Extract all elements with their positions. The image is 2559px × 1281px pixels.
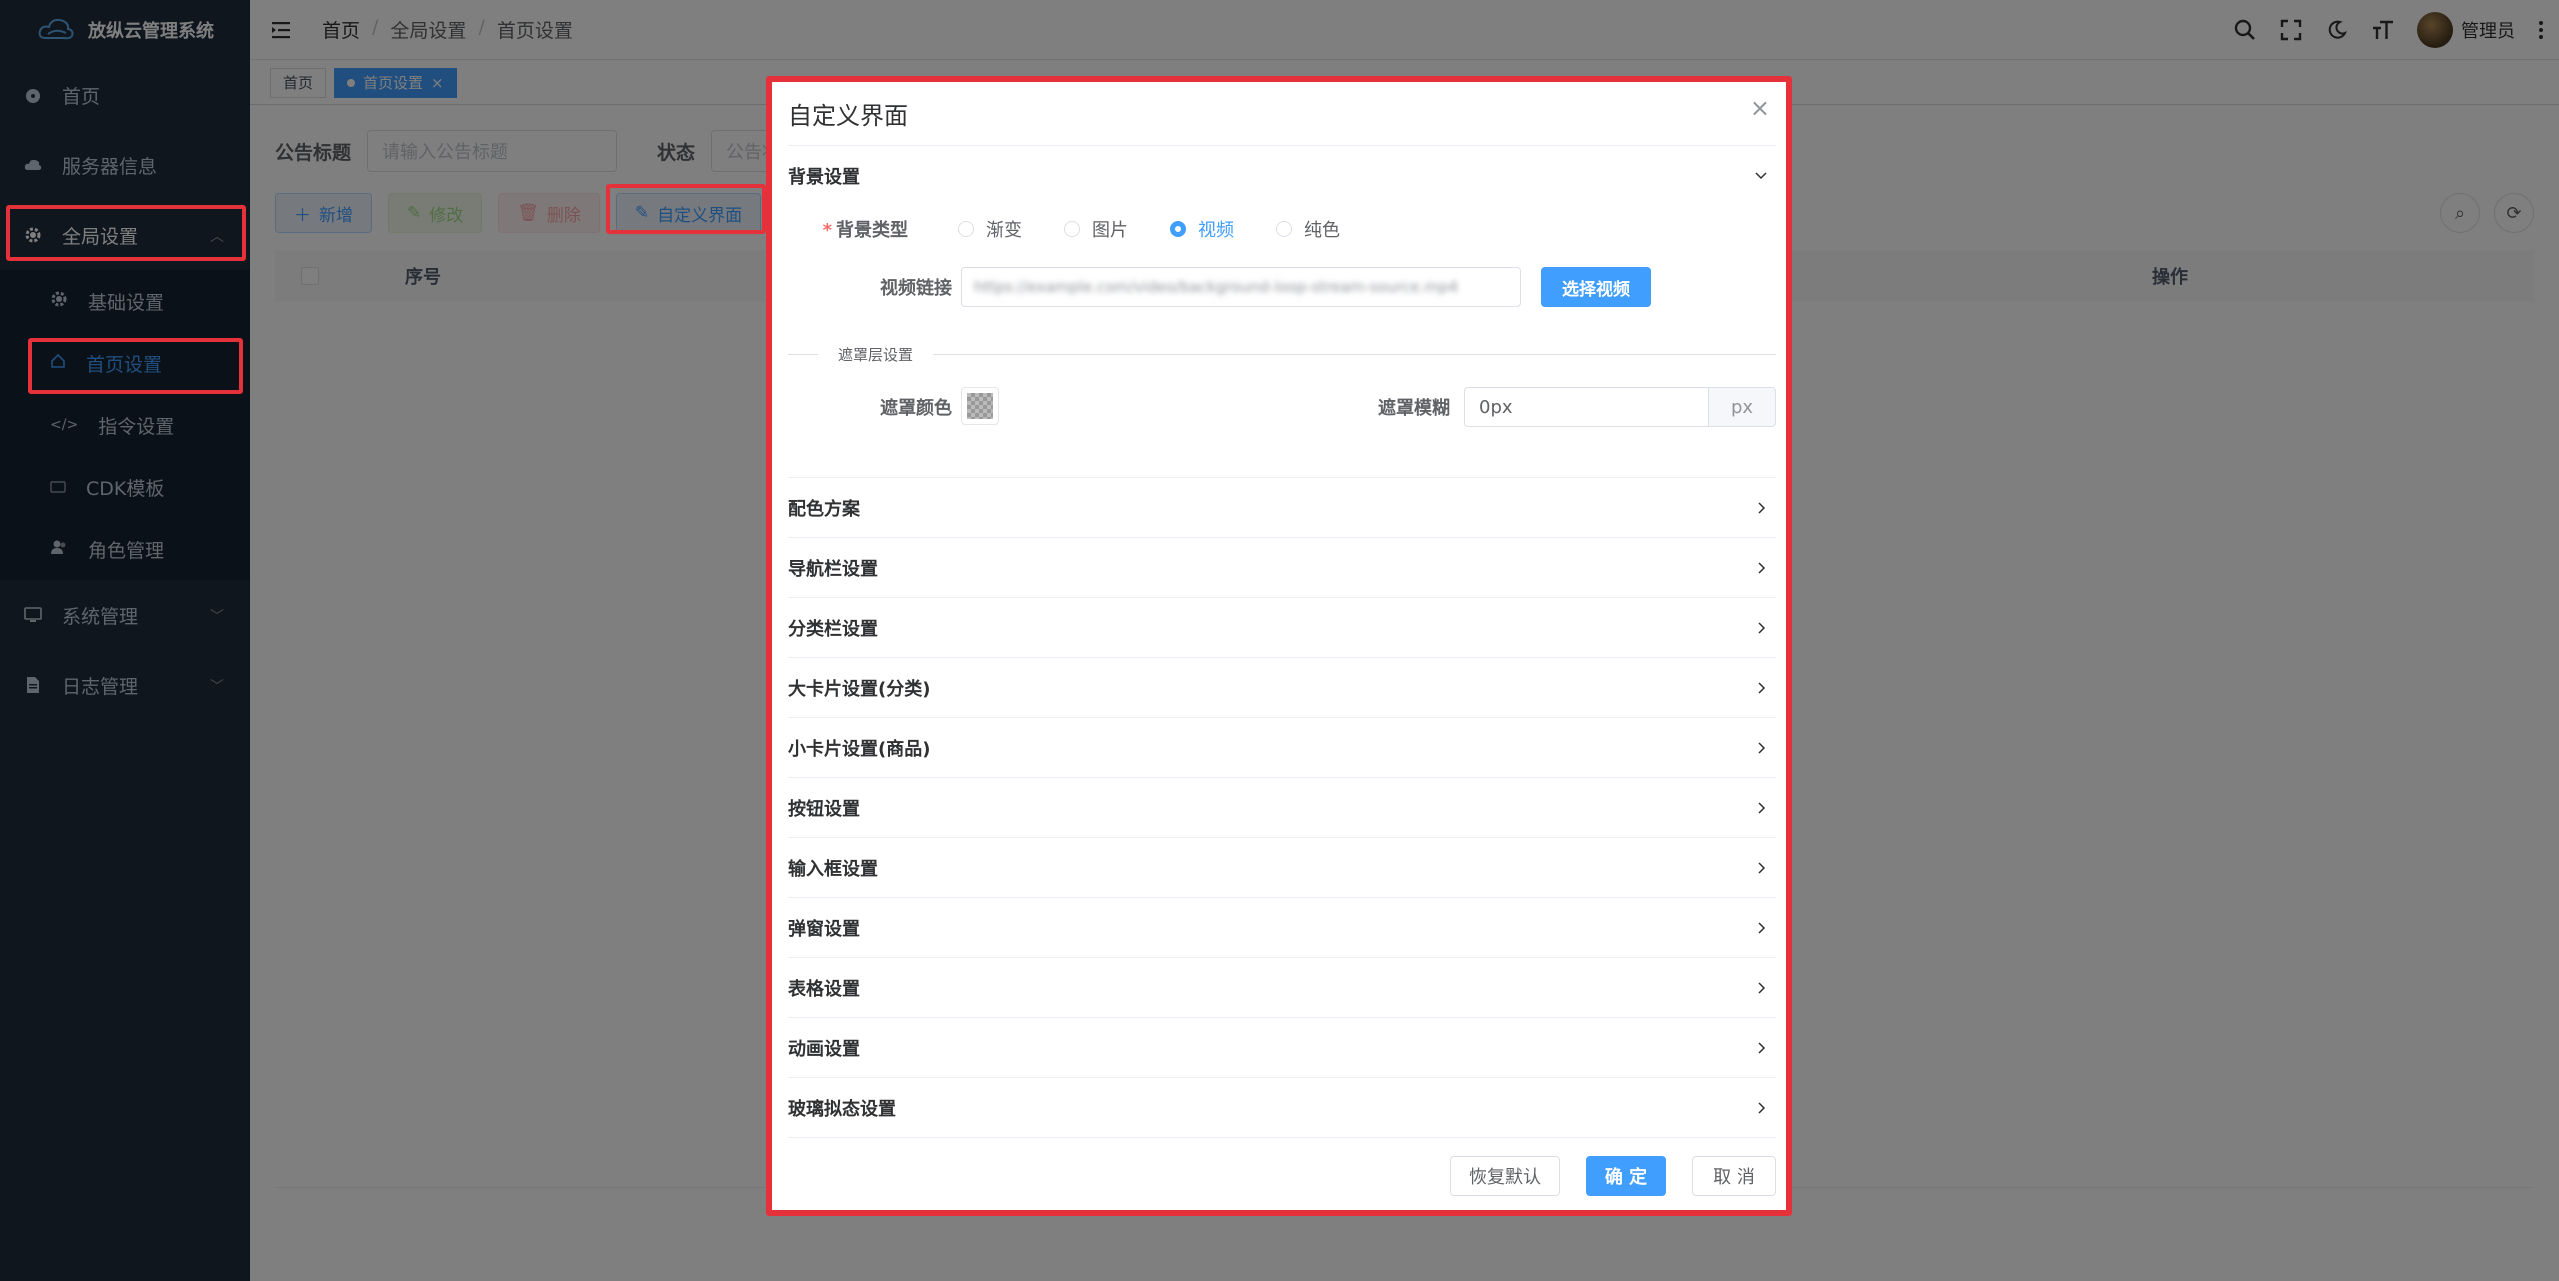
mask-blur-unit: px: [1708, 387, 1776, 427]
chevron-right-icon: [1758, 1101, 1766, 1114]
collapse-background-settings: 背景设置: [788, 145, 1776, 205]
mask-color-picker[interactable]: [961, 387, 999, 425]
dialog-title: 自定义界面: [788, 102, 908, 130]
color-swatch: [967, 393, 993, 419]
collapse-navbar-settings[interactable]: 导航栏设置: [788, 538, 1776, 598]
confirm-button[interactable]: 确 定: [1586, 1156, 1666, 1196]
video-link-value: https://example.com/video/background-loo…: [974, 278, 1459, 296]
collapse-header[interactable]: 背景设置: [788, 145, 1776, 205]
mask-divider-label: 遮罩层设置: [818, 344, 934, 365]
bg-type-row: * 背景类型 渐变 图片 视频 纯色: [788, 208, 1788, 248]
customize-ui-dialog: 自定义界面 × 背景设置 * 背景类型 渐变 图片 视频 纯色 视频链接 http…: [768, 78, 1790, 1214]
video-link-label: 视频链接: [880, 278, 952, 299]
mask-blur-input-group: 0px px: [1464, 387, 1776, 427]
collapse-small-card-settings[interactable]: 小卡片设置(商品): [788, 718, 1776, 778]
collapse-popup-settings[interactable]: 弹窗设置: [788, 898, 1776, 958]
radio-gradient[interactable]: 渐变: [958, 216, 1022, 242]
restore-default-button[interactable]: 恢复默认: [1450, 1156, 1560, 1196]
collapse-input-settings[interactable]: 输入框设置: [788, 838, 1776, 898]
video-link-input[interactable]: https://example.com/video/background-loo…: [961, 267, 1521, 307]
radio-solid[interactable]: 纯色: [1276, 216, 1340, 242]
collapse-large-card-settings[interactable]: 大卡片设置(分类): [788, 658, 1776, 718]
select-video-button[interactable]: 选择视频: [1541, 267, 1651, 307]
radio-image[interactable]: 图片: [1064, 216, 1128, 242]
radio-video[interactable]: 视频: [1170, 216, 1234, 242]
collapse-button-settings[interactable]: 按钮设置: [788, 778, 1776, 838]
highlight-global-settings: [6, 205, 246, 261]
chevron-right-icon: [1758, 1041, 1766, 1054]
chevron-right-icon: [1758, 861, 1766, 874]
chevron-right-icon: [1758, 741, 1766, 754]
chevron-right-icon: [1758, 801, 1766, 814]
chevron-right-icon: [1758, 981, 1766, 994]
mask-blur-label: 遮罩模糊: [1378, 398, 1450, 419]
collapse-animation-settings[interactable]: 动画设置: [788, 1018, 1776, 1078]
collapse-category-bar-settings[interactable]: 分类栏设置: [788, 598, 1776, 658]
collapse-title: 背景设置: [788, 166, 860, 188]
mask-color-label: 遮罩颜色: [880, 398, 952, 419]
chevron-right-icon: [1758, 681, 1766, 694]
collapse-glassmorphism-settings[interactable]: 玻璃拟态设置: [788, 1078, 1776, 1138]
collapse-color-scheme[interactable]: 配色方案: [788, 478, 1776, 538]
highlight-home-settings: [28, 338, 243, 394]
chevron-right-icon: [1758, 561, 1766, 574]
chevron-right-icon: [1758, 921, 1766, 934]
chevron-down-icon: [1755, 171, 1767, 179]
highlight-customize-button: [606, 184, 766, 234]
bg-type-label: * 背景类型: [822, 220, 908, 241]
mask-divider-line: [788, 354, 1776, 355]
bg-type-radio-group: 渐变 图片 视频 纯色: [958, 216, 1340, 242]
collapse-table-settings[interactable]: 表格设置: [788, 958, 1776, 1018]
mask-blur-input[interactable]: 0px: [1464, 387, 1708, 427]
close-icon[interactable]: ×: [1750, 94, 1770, 122]
collapse-section-list: 配色方案 导航栏设置 分类栏设置 大卡片设置(分类) 小卡片设置(商品) 按钮设…: [788, 477, 1776, 1138]
chevron-right-icon: [1758, 621, 1766, 634]
cancel-button[interactable]: 取 消: [1692, 1156, 1776, 1196]
chevron-right-icon: [1758, 501, 1766, 514]
